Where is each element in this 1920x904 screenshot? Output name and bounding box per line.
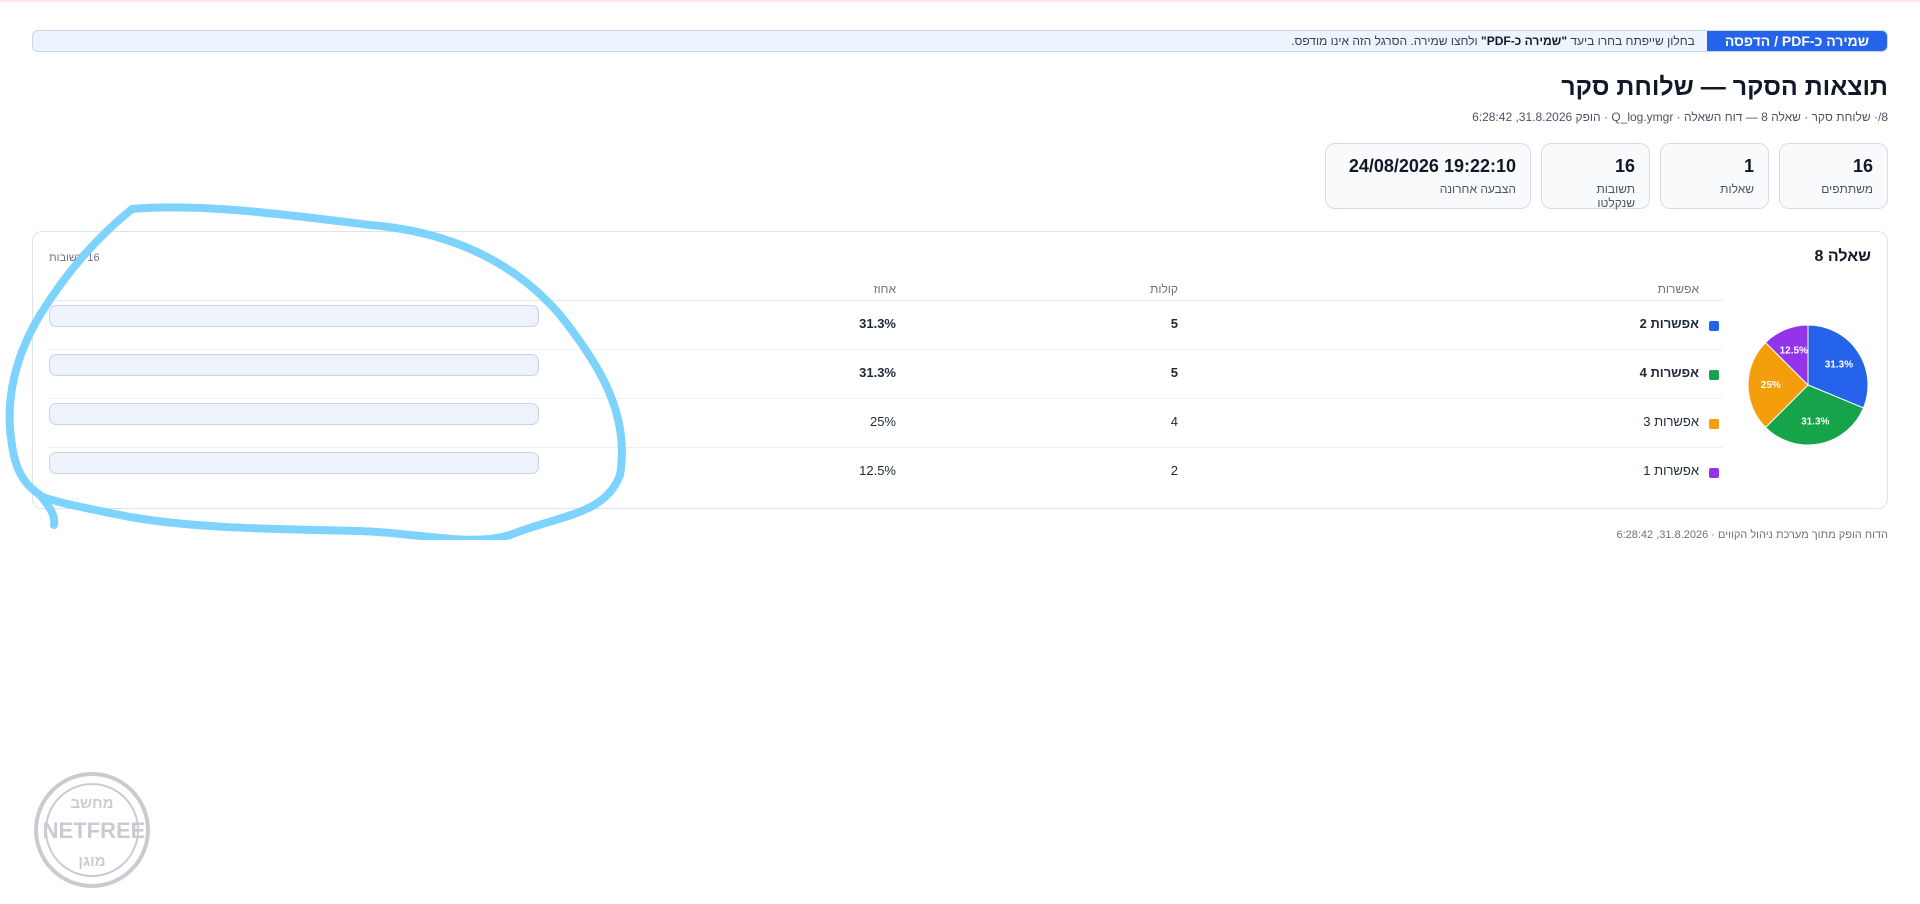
vote-percent: 25%	[869, 414, 896, 429]
column-header-option: אפשרות	[1657, 282, 1699, 296]
answers-count: 16 תשובות	[49, 252, 100, 264]
table-row: אפשרות 3 4 25%	[49, 399, 1723, 448]
kpi-cards: 16 משתתפים 1 שאלות 16 תשובות שנקלטו 19:2…	[1325, 143, 1888, 210]
vote-count: 2	[1170, 463, 1178, 478]
kpi-value: 19:22:10 24/08/2026	[1348, 156, 1516, 176]
column-header-votes: קולות	[1150, 282, 1178, 296]
percent-bar	[49, 452, 539, 474]
kpi-last-vote: 19:22:10 24/08/2026 הצבעה אחרונה	[1325, 143, 1531, 209]
pie-slice-label: 12.5%	[1780, 346, 1808, 357]
table-row: אפשרות 4 5 31.3%	[49, 350, 1723, 399]
pie-slice-label: 25%	[1761, 380, 1781, 391]
legend-swatch	[1709, 468, 1719, 478]
watermark-bottom: מוגן	[78, 853, 105, 870]
option-label: אפשרות 2	[1639, 316, 1699, 331]
vote-percent: 31.3%	[859, 365, 896, 380]
watermark-middle: NETFREE	[43, 818, 146, 843]
kpi-label: שאלות	[1720, 182, 1754, 196]
option-label: אפשרות 3	[1643, 414, 1699, 429]
report-header: תוצאות הסקר — שלוחת סקר 8/· שלוחת סקר · …	[1472, 70, 1888, 124]
percent-bar	[49, 354, 539, 376]
vote-percent: 31.3%	[859, 316, 896, 331]
table-row: אפשרות 2 5 31.3%	[49, 301, 1723, 350]
legend-swatch	[1709, 321, 1719, 331]
print-note-before: בחלון שייפתח בחרו ביעד	[1567, 34, 1695, 48]
results-pie-chart: 31.3% 31.3% 25% 12.5%	[1747, 324, 1869, 446]
option-label: אפשרות 1	[1643, 463, 1699, 478]
print-note-after: ולחצו שמירה. הסרגל הזה אינו מודפס.	[1291, 34, 1481, 48]
kpi-participants: 16 משתתפים	[1779, 143, 1888, 209]
print-toolbar: שמירה כ-PDF / הדפסה בחלון שייפתח בחרו בי…	[32, 30, 1888, 52]
percent-bar-fill	[50, 306, 203, 326]
pie-slice-label: 31.3%	[1801, 416, 1829, 427]
vote-count: 5	[1170, 365, 1178, 380]
vote-count: 5	[1170, 316, 1178, 331]
report-meta: 8/· שלוחת סקר · שאלה 8 — דוח השאלה · Q_l…	[1472, 110, 1888, 124]
kpi-answers: 16 תשובות שנקלטו	[1541, 143, 1650, 210]
report-footer: הדוח הופק מתוך מערכת ניהול הקווים · 31.8…	[1616, 529, 1888, 541]
watermark-top: מחשב	[70, 795, 113, 812]
percent-bar	[49, 403, 539, 425]
percent-bar-fill	[50, 404, 172, 424]
legend-swatch	[1709, 419, 1719, 429]
percent-bar-fill	[50, 355, 203, 375]
option-label: אפשרות 4	[1639, 365, 1699, 380]
vote-count: 4	[1170, 414, 1178, 429]
kpi-value: 16	[1614, 156, 1635, 176]
print-instructions: בחלון שייפתח בחרו ביעד "שמירה כ-PDF" ולח…	[1291, 34, 1707, 48]
percent-bar	[49, 305, 539, 327]
legend-swatch	[1709, 370, 1719, 380]
vote-percent: 12.5%	[859, 463, 896, 478]
column-header-percent: אחוז	[873, 282, 896, 296]
question-title: שאלה 8	[1814, 248, 1871, 265]
kpi-label: תשובות שנקלטו	[1596, 182, 1635, 210]
kpi-questions: 1 שאלות	[1660, 143, 1769, 209]
kpi-value: 1	[1743, 156, 1754, 176]
print-note-bold: "שמירה כ-PDF"	[1480, 34, 1568, 48]
page-title: תוצאות הסקר — שלוחת סקר	[1561, 73, 1888, 101]
netfree-watermark: מחשב NETFREE מוגן	[34, 772, 150, 888]
pie-slice-label: 31.3%	[1825, 359, 1853, 370]
kpi-label: משתתפים	[1821, 182, 1873, 196]
percent-bar-fill	[50, 453, 111, 473]
question-card: שאלה 8 16 תשובות אפשרות קולות אחוז אפשרו…	[32, 231, 1888, 509]
kpi-value: 16	[1852, 156, 1873, 176]
table-row: אפשרות 1 2 12.5%	[49, 448, 1723, 497]
top-accent-line	[0, 0, 1920, 2]
save-pdf-print-button[interactable]: שמירה כ-PDF / הדפסה	[1706, 31, 1887, 51]
kpi-label: הצבעה אחרונה	[1439, 182, 1516, 196]
